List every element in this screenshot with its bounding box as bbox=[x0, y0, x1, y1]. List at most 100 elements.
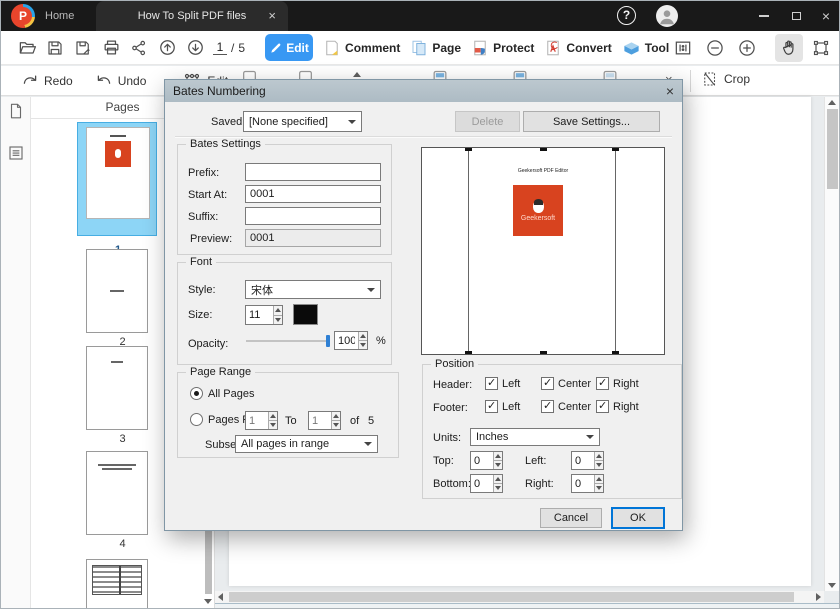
spin-down-icon[interactable] bbox=[274, 316, 282, 325]
print-button[interactable] bbox=[97, 34, 125, 62]
font-color-swatch[interactable] bbox=[293, 304, 318, 325]
tool-button[interactable]: Tool bbox=[622, 38, 669, 57]
fit-page-button[interactable] bbox=[669, 34, 697, 62]
spin-down-icon[interactable] bbox=[269, 421, 277, 429]
hand-tool-button[interactable] bbox=[775, 34, 803, 62]
dialog-titlebar[interactable]: Bates Numbering × bbox=[165, 80, 682, 102]
thumbnails-panel-button[interactable] bbox=[2, 97, 30, 125]
spin-up-icon[interactable] bbox=[595, 475, 603, 484]
save-button[interactable] bbox=[41, 34, 69, 62]
bottom-spinner[interactable] bbox=[470, 474, 503, 493]
minimize-button[interactable] bbox=[749, 1, 779, 31]
opacity-spinner[interactable] bbox=[334, 331, 368, 350]
spin-up-icon[interactable] bbox=[274, 306, 282, 316]
header-left-checkbox[interactable]: Left bbox=[485, 377, 520, 390]
spin-down-icon[interactable] bbox=[494, 484, 502, 492]
from-page-spinner[interactable] bbox=[245, 411, 278, 430]
zoom-out-button[interactable] bbox=[701, 34, 729, 62]
page-thumbnail-5[interactable] bbox=[86, 559, 148, 609]
home-menu[interactable]: Home bbox=[45, 10, 74, 22]
horizontal-scroll-thumb[interactable] bbox=[229, 592, 794, 602]
scroll-down-icon[interactable] bbox=[828, 583, 836, 588]
spin-down-icon[interactable] bbox=[332, 421, 340, 429]
page-thumbnail-2[interactable] bbox=[86, 249, 148, 333]
vertical-scrollbar[interactable] bbox=[824, 97, 839, 591]
horizontal-scrollbar[interactable] bbox=[215, 591, 824, 603]
pages-scrollbar-thumb[interactable] bbox=[205, 520, 212, 594]
top-spinner[interactable] bbox=[470, 451, 503, 470]
start-at-input[interactable] bbox=[245, 185, 381, 203]
spin-up-icon[interactable] bbox=[332, 412, 340, 421]
spin-up-icon[interactable] bbox=[359, 332, 367, 341]
delete-button[interactable]: Delete bbox=[455, 111, 520, 132]
to-page-spinner[interactable] bbox=[308, 411, 341, 430]
share-button[interactable] bbox=[125, 34, 153, 62]
slider-thumb[interactable] bbox=[326, 335, 330, 347]
chevron-up-icon[interactable] bbox=[353, 72, 361, 77]
bottom-input[interactable] bbox=[471, 475, 493, 492]
edit-mode-button[interactable]: Edit bbox=[265, 34, 313, 61]
units-select[interactable]: Inches bbox=[470, 428, 600, 446]
font-size-spinner[interactable] bbox=[245, 305, 283, 325]
right-input[interactable] bbox=[572, 475, 594, 492]
help-icon[interactable]: ? bbox=[617, 6, 636, 25]
all-pages-radio[interactable]: All Pages bbox=[190, 387, 254, 400]
document-tab[interactable]: How To Split PDF files × bbox=[96, 1, 288, 31]
scroll-right-icon[interactable] bbox=[816, 593, 821, 601]
prefix-input[interactable] bbox=[245, 163, 381, 181]
dialog-close-icon[interactable]: × bbox=[666, 84, 674, 98]
previous-page-button[interactable] bbox=[153, 34, 181, 62]
maximize-button[interactable] bbox=[781, 1, 811, 31]
right-spinner[interactable] bbox=[571, 474, 604, 493]
undo-button[interactable]: Undo bbox=[95, 72, 147, 90]
ok-button[interactable]: OK bbox=[611, 507, 665, 529]
to-page-input[interactable] bbox=[309, 412, 331, 429]
zoom-in-button[interactable] bbox=[733, 34, 761, 62]
top-input[interactable] bbox=[471, 452, 493, 469]
cancel-button[interactable]: Cancel bbox=[540, 508, 602, 528]
convert-button[interactable]: Convert bbox=[544, 39, 611, 57]
header-center-checkbox[interactable]: Center bbox=[541, 377, 591, 390]
left-input[interactable] bbox=[572, 452, 594, 469]
app-logo-icon[interactable]: P bbox=[11, 4, 35, 28]
user-avatar[interactable] bbox=[656, 5, 678, 27]
protect-button[interactable]: Protect bbox=[471, 39, 534, 57]
pages-scroll-down-icon[interactable] bbox=[204, 599, 212, 604]
tab-close-icon[interactable]: × bbox=[268, 8, 276, 23]
bookmarks-panel-button[interactable] bbox=[2, 139, 30, 167]
suffix-input[interactable] bbox=[245, 207, 381, 225]
header-right-checkbox[interactable]: Right bbox=[596, 377, 639, 390]
subset-select[interactable]: All pages in range bbox=[235, 435, 378, 453]
close-window-button[interactable]: × bbox=[811, 1, 840, 31]
scroll-up-icon[interactable] bbox=[828, 100, 836, 105]
save-settings-button[interactable]: Save Settings... bbox=[523, 111, 660, 132]
page-button[interactable]: Page bbox=[410, 39, 461, 57]
spin-down-icon[interactable] bbox=[595, 461, 603, 469]
spin-down-icon[interactable] bbox=[359, 341, 367, 349]
left-spinner[interactable] bbox=[571, 451, 604, 470]
redo-button[interactable]: Redo bbox=[21, 72, 73, 90]
footer-right-checkbox[interactable]: Right bbox=[596, 400, 639, 413]
page-thumbnail-4[interactable] bbox=[86, 451, 148, 535]
spin-up-icon[interactable] bbox=[595, 452, 603, 461]
spin-up-icon[interactable] bbox=[269, 412, 277, 421]
opacity-input[interactable] bbox=[335, 332, 358, 349]
saved-settings-select[interactable]: [None specified] bbox=[243, 111, 362, 132]
page-thumbnail-1-selected[interactable]: 1 bbox=[77, 122, 157, 236]
scroll-left-icon[interactable] bbox=[218, 593, 223, 601]
spin-up-icon[interactable] bbox=[494, 475, 502, 484]
spin-down-icon[interactable] bbox=[595, 484, 603, 492]
from-page-input[interactable] bbox=[246, 412, 268, 429]
crop-button[interactable]: Crop bbox=[701, 70, 750, 88]
open-file-button[interactable] bbox=[13, 34, 41, 62]
font-size-input[interactable] bbox=[246, 306, 273, 324]
comment-button[interactable]: Comment bbox=[323, 39, 400, 57]
footer-left-checkbox[interactable]: Left bbox=[485, 400, 520, 413]
spin-up-icon[interactable] bbox=[494, 452, 502, 461]
next-page-button[interactable] bbox=[181, 34, 209, 62]
footer-center-checkbox[interactable]: Center bbox=[541, 400, 591, 413]
vertical-scroll-thumb[interactable] bbox=[827, 109, 838, 189]
font-style-select[interactable]: 宋体 bbox=[245, 280, 381, 299]
page-thumbnail-3[interactable] bbox=[86, 346, 148, 430]
save-as-button[interactable] bbox=[69, 34, 97, 62]
